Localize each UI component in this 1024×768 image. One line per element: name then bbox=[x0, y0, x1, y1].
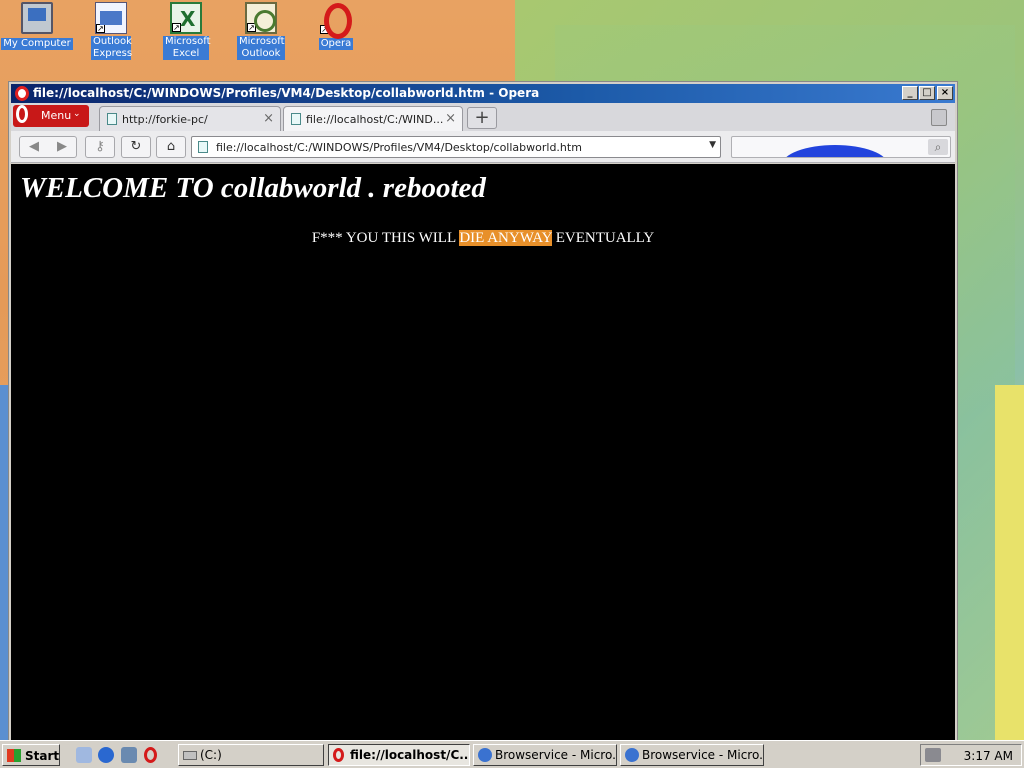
my-computer-icon bbox=[21, 2, 53, 34]
page-content: WELCOME TO collabworld . rebooted F*** Y… bbox=[11, 164, 955, 740]
tab-forkie-pc[interactable]: http://forkie-pc/ × bbox=[99, 106, 281, 131]
drive-icon bbox=[183, 751, 197, 760]
start-button[interactable]: Start bbox=[2, 744, 60, 766]
desktop-icon-label: Microsoft Outlook bbox=[237, 36, 285, 60]
text-after: EVENTUALLY bbox=[551, 230, 655, 246]
desktop-icon-label: Outlook Express bbox=[91, 36, 133, 60]
reload-button[interactable]: ↻ bbox=[121, 136, 151, 158]
opera-icon bbox=[333, 748, 344, 762]
address-bar[interactable]: ▼ bbox=[191, 136, 721, 158]
desktop-icon-label: Opera bbox=[318, 38, 354, 50]
opera-icon bbox=[15, 86, 29, 101]
taskbar-button-opera[interactable]: file://localhost/C... bbox=[328, 744, 470, 766]
forward-arrow-icon[interactable]: ▶ bbox=[48, 137, 76, 157]
window-titlebar[interactable]: file://localhost/C:/WINDOWS/Profiles/VM4… bbox=[11, 84, 955, 103]
taskbar-button-label: Browservice - Micro... bbox=[642, 748, 764, 762]
minimize-button[interactable]: _ bbox=[902, 86, 918, 100]
taskbar-button-browservice-2[interactable]: Browservice - Micro... bbox=[620, 744, 764, 766]
tab-label: file://localhost/C:/WIND... bbox=[306, 113, 444, 126]
taskbar: Start (C:) file://localhost/C... Browser… bbox=[0, 740, 1024, 768]
search-icon[interactable]: ⌕ bbox=[928, 139, 948, 155]
network-icon[interactable] bbox=[925, 748, 941, 762]
outlook-icon: ↗ bbox=[245, 2, 277, 34]
selected-text: DIE ANYWAY bbox=[459, 230, 552, 246]
page-text: F*** YOU THIS WILL DIE ANYWAY EVENTUALLY bbox=[11, 230, 955, 247]
address-input[interactable] bbox=[216, 139, 696, 155]
page-heading: WELCOME TO collabworld . rebooted bbox=[20, 172, 486, 204]
home-icon: ⌂ bbox=[166, 139, 176, 154]
system-tray: 3:17 AM bbox=[920, 744, 1022, 766]
search-field[interactable]: ⌕ bbox=[731, 136, 951, 158]
desktop-icon-label: My Computer bbox=[1, 38, 73, 50]
navigation-bar: ◀ ▶ ⚷ ↻ ⌂ ▼ ⌕ bbox=[11, 131, 955, 163]
window-title: file://localhost/C:/WINDOWS/Profiles/VM4… bbox=[33, 86, 540, 100]
text-before: F*** YOU THIS WILL bbox=[311, 230, 460, 246]
new-tab-button[interactable]: + bbox=[467, 107, 497, 129]
opera-window: file://localhost/C:/WINDOWS/Profiles/VM4… bbox=[8, 81, 958, 741]
search-engine-logo bbox=[782, 145, 888, 157]
page-icon bbox=[198, 141, 208, 153]
tab-strip: Menu ⌄ http://forkie-pc/ × file://localh… bbox=[11, 103, 955, 131]
internet-explorer-icon[interactable] bbox=[98, 747, 114, 763]
key-icon: ⚷ bbox=[95, 139, 105, 154]
show-desktop-icon[interactable] bbox=[76, 747, 92, 763]
menu-label: Menu bbox=[41, 109, 72, 122]
back-arrow-icon[interactable]: ◀ bbox=[20, 137, 48, 157]
desktop-icon-label: Microsoft Excel bbox=[163, 36, 211, 60]
taskbar-button-label: file://localhost/C... bbox=[350, 748, 470, 762]
start-label: Start bbox=[25, 749, 60, 763]
tab-label: http://forkie-pc/ bbox=[122, 113, 208, 126]
reload-icon: ↻ bbox=[130, 139, 142, 154]
desktop-icon-outlook[interactable]: ↗ Microsoft Outlook bbox=[225, 2, 297, 60]
opera-icon[interactable] bbox=[144, 747, 157, 763]
home-button[interactable]: ⌂ bbox=[156, 136, 186, 158]
chevron-down-icon: ⌄ bbox=[73, 109, 81, 119]
opera-icon bbox=[16, 105, 28, 123]
taskbar-button-browservice-1[interactable]: Browservice - Micro... bbox=[473, 744, 617, 766]
clock[interactable]: 3:17 AM bbox=[964, 749, 1013, 763]
internet-explorer-icon bbox=[625, 748, 639, 762]
internet-explorer-icon bbox=[478, 748, 492, 762]
close-button[interactable]: × bbox=[937, 86, 953, 100]
chevron-down-icon[interactable]: ▼ bbox=[709, 140, 716, 150]
outlook-express-icon: ↗ bbox=[95, 2, 127, 34]
taskbar-button-label: Browservice - Micro... bbox=[495, 748, 617, 762]
desktop-icon-outlook-express[interactable]: ↗ Outlook Express bbox=[75, 2, 147, 60]
wallpaper-accent bbox=[995, 385, 1024, 740]
trash-icon[interactable] bbox=[931, 109, 947, 126]
windows-logo-icon bbox=[7, 749, 21, 762]
opera-menu-button[interactable]: Menu ⌄ bbox=[13, 105, 89, 127]
desktop-icon-excel[interactable]: ↗ Microsoft Excel bbox=[150, 2, 222, 60]
maximize-button[interactable]: □ bbox=[919, 86, 935, 100]
desktop-icon-opera[interactable]: ↗ Opera bbox=[300, 2, 372, 50]
page-icon bbox=[107, 113, 117, 125]
opera-icon: ↗ bbox=[320, 2, 352, 39]
close-tab-icon[interactable]: × bbox=[445, 111, 456, 126]
excel-icon: ↗ bbox=[170, 2, 202, 34]
back-forward-group: ◀ ▶ bbox=[19, 136, 77, 158]
desktop-icon-my-computer[interactable]: My Computer bbox=[1, 2, 73, 50]
tab-collabworld[interactable]: file://localhost/C:/WIND... × bbox=[283, 106, 463, 131]
outlook-express-icon[interactable] bbox=[121, 747, 137, 763]
taskbar-button-drive-c[interactable]: (C:) bbox=[178, 744, 324, 766]
close-tab-icon[interactable]: × bbox=[263, 111, 274, 126]
taskbar-button-label: (C:) bbox=[200, 748, 222, 762]
page-icon bbox=[291, 113, 301, 125]
key-button[interactable]: ⚷ bbox=[85, 136, 115, 158]
